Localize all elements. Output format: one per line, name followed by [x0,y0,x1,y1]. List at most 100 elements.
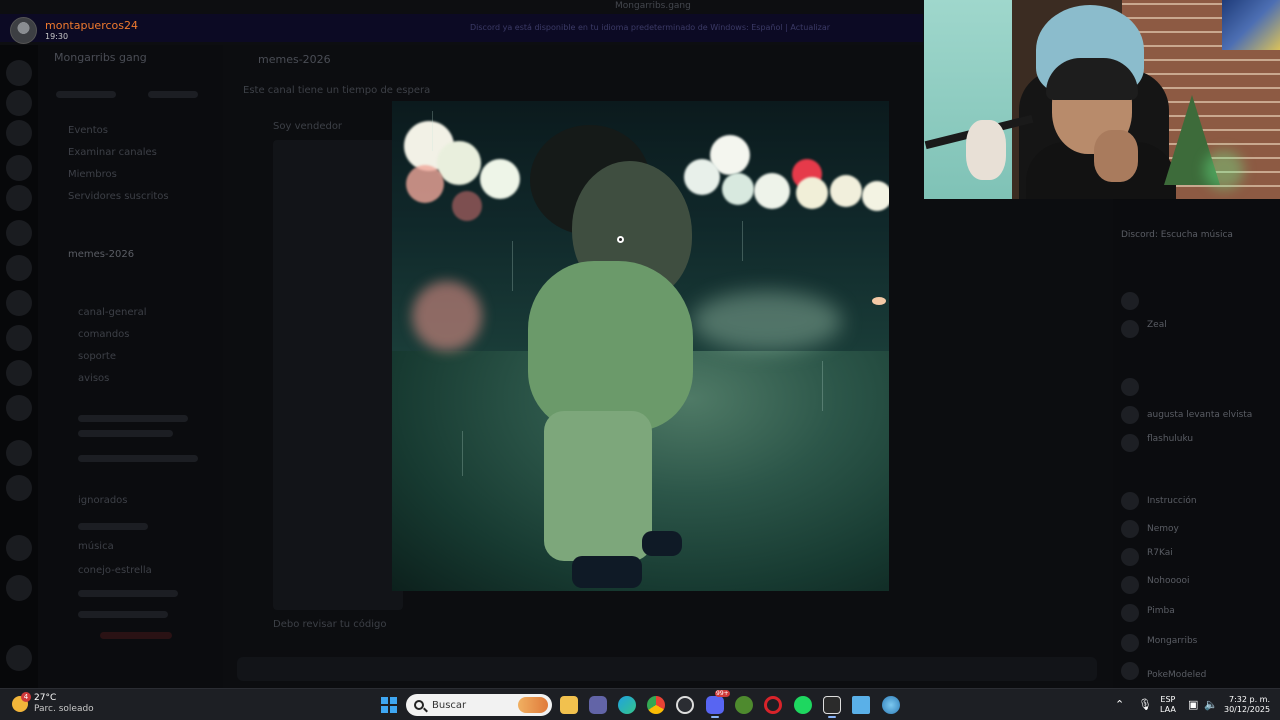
media-viewer-header: montapuercos24 19:30 [10,17,138,44]
member-avatar[interactable] [1121,406,1139,424]
channel-item[interactable]: soporte [78,351,116,362]
server-icon[interactable] [6,60,32,86]
server-icon[interactable] [6,120,32,146]
member-name[interactable]: flashuluku [1147,434,1193,444]
taskbar: 4 27°C Parc. soleado Buscar 99+ ⌃ 🎙 ESP … [0,688,1280,720]
channel-item[interactable]: Eventos [68,125,108,136]
server-icon[interactable] [6,220,32,246]
language-banner[interactable]: Discord ya está disponible en tu idioma … [0,14,923,42]
start-button[interactable] [381,697,397,713]
notification-badge: 4 [21,692,31,702]
member-name[interactable]: Zeal [1147,320,1167,330]
member-name[interactable]: augusta levanta elvista [1147,410,1252,420]
avatar[interactable] [10,17,37,44]
channel-placeholder [78,611,168,618]
volume-icon[interactable]: 🔈 [1204,698,1218,711]
message-input[interactable] [237,657,1097,681]
member-name[interactable]: R7Kai [1147,548,1173,558]
member-avatar[interactable] [1121,320,1139,338]
file-explorer-icon[interactable] [560,696,578,714]
member-avatar[interactable] [1121,492,1139,510]
channel-item[interactable]: conejo-estrella [78,565,152,576]
streamer-cap [1046,58,1138,100]
weather-widget[interactable]: 4 27°C Parc. soleado [12,692,94,715]
channel-item[interactable]: Miembros [68,169,117,180]
member-avatar[interactable] [1121,548,1139,566]
show-hidden-icons-chevron-icon[interactable]: ⌃ [1115,698,1124,711]
spotify-icon[interactable] [794,696,812,714]
bokeh-light [862,181,889,211]
channel-item[interactable]: comandos [78,329,130,340]
channel-item[interactable]: música [78,541,114,552]
server-icon[interactable] [6,255,32,281]
notepad-icon[interactable] [852,696,870,714]
channel-placeholder [100,632,172,639]
weather-temperature: 27°C [34,693,57,703]
bokeh-light [406,165,444,203]
member-avatar[interactable] [1121,576,1139,594]
member-avatar[interactable] [1121,520,1139,538]
search-icon [414,700,424,710]
member-name[interactable]: Nemoy [1147,524,1179,534]
server-icon[interactable] [6,90,32,116]
channel-item[interactable]: ignorados [78,495,128,506]
server-icon[interactable] [6,155,32,181]
active-indicator [828,716,836,718]
server-icon[interactable] [6,325,32,351]
channel-item[interactable]: Examinar canales [68,147,157,158]
server-icon[interactable] [6,440,32,466]
chrome-icon[interactable] [647,696,665,714]
clock-time: 7:32 p. m. [1228,695,1270,704]
discord-badge: 99+ [715,690,730,697]
server-icon[interactable] [6,575,32,601]
member-avatar[interactable] [1121,634,1139,652]
bokeh-light [452,191,482,221]
chat-hint: Este canal tiene un tiempo de espera [243,85,431,96]
discord-icon[interactable]: 99+ [706,690,730,714]
server-icon[interactable] [6,395,32,421]
server-icon[interactable] [6,290,32,316]
globe-icon[interactable] [882,696,900,714]
system-clock[interactable]: 7:32 p. m. 30/12/2025 [1224,695,1270,715]
member-name[interactable]: Pimba [1147,606,1175,616]
xbox-icon[interactable] [735,696,753,714]
teams-icon[interactable] [589,696,607,714]
epic-games-icon[interactable] [823,696,841,714]
chat-embed[interactable] [273,140,403,610]
network-icon[interactable]: ▣ [1188,698,1198,711]
server-icon[interactable] [6,360,32,386]
opera-gx-icon[interactable] [764,696,782,714]
channel-item[interactable]: avisos [78,373,109,384]
server-icon[interactable] [6,535,32,561]
microphone-icon[interactable]: 🎙 [1138,698,1152,711]
member-name[interactable]: Mongarribs [1147,636,1197,646]
member-avatar[interactable] [1121,604,1139,622]
search-placeholder: Buscar [432,699,467,711]
member-name[interactable]: Nohooooi [1147,576,1189,586]
member-name[interactable]: Instrucción [1147,496,1197,506]
channel-placeholder [78,590,178,597]
channel-item[interactable]: canal-general [78,307,147,318]
server-icon[interactable] [6,475,32,501]
channel-item-active[interactable]: memes-2026 [68,249,134,260]
member-avatar[interactable] [1121,378,1139,396]
channel-placeholder [78,523,148,530]
author-username[interactable]: montapuercos24 [45,19,138,32]
user-avatar[interactable] [6,645,32,671]
member-avatar[interactable] [1121,292,1139,310]
cursor [617,236,624,243]
channel-item[interactable]: Servidores suscritos [68,191,169,202]
wall-painting [1222,0,1280,50]
server-icon[interactable] [6,185,32,211]
media-image[interactable] [392,101,889,591]
member-avatar[interactable] [1121,434,1139,452]
language-indicator[interactable]: ESP LAA [1160,695,1176,715]
taskbar-search[interactable]: Buscar [406,694,552,716]
member-name[interactable]: PokeModeled [1147,670,1206,680]
tab-placeholder [56,91,116,98]
member-avatar[interactable] [1121,662,1139,680]
webcam-overlay [924,0,1280,199]
server-name[interactable]: Mongarribs gang [54,51,147,64]
github-desktop-icon[interactable] [676,696,694,714]
edge-icon[interactable] [618,696,636,714]
